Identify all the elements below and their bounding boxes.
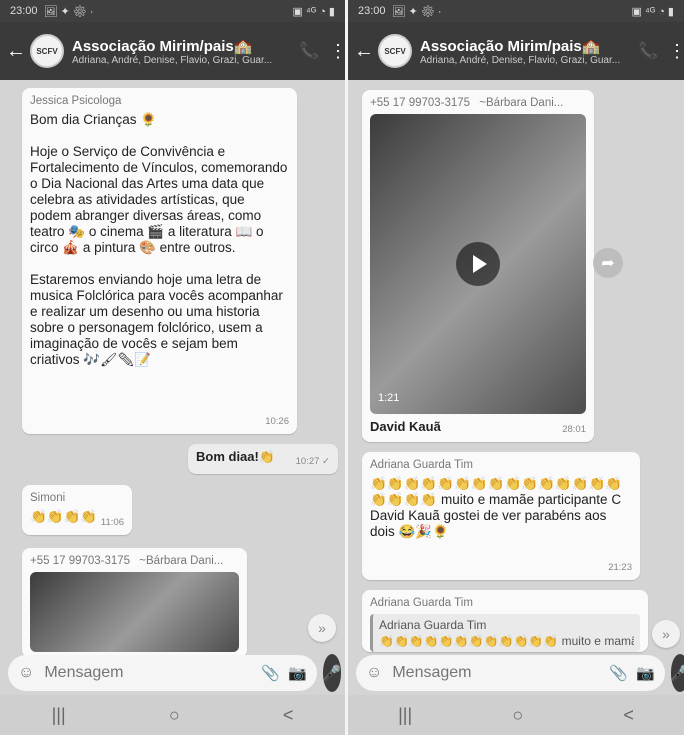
attach-icon[interactable]: 📎 — [609, 664, 628, 682]
message-time: 21:23 — [608, 562, 632, 573]
message-list[interactable]: +55 17 99703-3175 ~Bárbara Dani... 1:21 … — [348, 80, 684, 735]
scroll-to-bottom-icon[interactable]: » — [652, 620, 680, 648]
message-bubble[interactable]: Adriana Guarda Tim 👏👏👏👏👏👏👏👏👏👏👏👏👏👏👏👏👏👏👏 m… — [362, 452, 640, 580]
sender-number: +55 17 99703-3175 — [30, 555, 131, 567]
message-time: 11:06 — [100, 517, 124, 528]
status-left-icons: 🖼 ✦ ⚙ · — [391, 5, 442, 18]
screenshot-pair: 23:00 🖼 ✦ ⚙ · ▣ ⁴ᴳ ◔ ▮ ← SCFV Associação… — [0, 0, 684, 735]
quoted-message[interactable]: Adriana Guarda Tim 👏👏👏👏👏👏👏👏👏👏👏👏 muito e … — [370, 614, 640, 652]
camera-icon[interactable]: 📷 — [636, 664, 655, 682]
video-duration: 1:21 — [378, 392, 400, 404]
chat-header[interactable]: ← SCFV Associação Mirim/pais🏫 Adriana, A… — [348, 22, 684, 80]
overflow-menu-icon[interactable]: ⋮ — [668, 41, 684, 62]
message-text: 👏👏👏👏👏👏👏👏👏👏👏👏👏👏👏👏👏👏👏 muito e mamãe partic… — [370, 476, 625, 539]
message-text: Bom dia Crianças 🌻 Hoje o Serviço de Con… — [30, 112, 288, 367]
status-left-icons: 🖼 ✦ ⚙ · — [43, 5, 94, 18]
message-input[interactable] — [42, 663, 254, 683]
right-phone-screen: 23:00 🖼 ✦ ⚙ · ▣ ⁴ᴳ ◔ ▮ ← SCFV Associação… — [348, 0, 684, 735]
video-thumbnail[interactable]: 1:21 — [370, 114, 586, 414]
nav-back-icon[interactable]: < — [283, 705, 294, 726]
home-icon[interactable]: ○ — [512, 705, 523, 726]
message-sender: Adriana Guarda Tim — [370, 597, 473, 609]
quoted-text: 👏👏👏👏👏👏👏👏👏👏👏👏 muito e mamãe participante … — [379, 634, 634, 648]
forward-icon[interactable]: ➦ — [593, 248, 623, 278]
message-input-box[interactable]: ☺ 📎 📷 — [8, 655, 317, 691]
nav-back-icon[interactable]: < — [623, 705, 634, 726]
status-time: 23:00 — [358, 5, 386, 17]
chat-header[interactable]: ← SCFV Associação Mirim/pais🏫 Adriana, A… — [0, 22, 345, 80]
message-time: 10:26 — [265, 416, 289, 427]
composer: ☺ 📎 📷 🎤 — [356, 653, 684, 693]
message-sender: Simoni — [30, 492, 66, 504]
mic-button[interactable]: 🎤 — [670, 654, 684, 692]
group-members: Adriana, André, Denise, Flavio, Grazi, G… — [72, 54, 273, 66]
message-list[interactable]: Jessica Psicologa Bom dia Crianças 🌻 Hoj… — [0, 80, 345, 735]
quoted-sender: Adriana Guarda Tim — [379, 618, 487, 632]
reply-message-bubble[interactable]: Adriana Guarda Tim Adriana Guarda Tim 👏👏… — [362, 590, 648, 652]
sender-alias: ~Bárbara Dani... — [479, 97, 564, 109]
status-right-icons: ▣ ⁴ᴳ ◔ ▮ — [631, 5, 674, 18]
attach-icon[interactable]: 📎 — [261, 664, 280, 682]
message-sender: +55 17 99703-3175 ~Bárbara Dani... — [370, 95, 586, 111]
message-input[interactable] — [390, 663, 602, 683]
message-input-box[interactable]: ☺ 📎 📷 — [356, 655, 665, 691]
sender-alias: ~Bárbara Dani... — [139, 555, 224, 567]
left-phone-screen: 23:00 🖼 ✦ ⚙ · ▣ ⁴ᴳ ◔ ▮ ← SCFV Associação… — [0, 0, 345, 735]
recent-apps-icon[interactable]: ||| — [52, 705, 66, 726]
camera-icon[interactable]: 📷 — [288, 664, 307, 682]
group-info[interactable]: Associação Mirim/pais🏫 Adriana, André, D… — [420, 37, 628, 66]
video-message-bubble[interactable]: +55 17 99703-3175 ~Bárbara Dani... 1:21 … — [362, 90, 594, 442]
home-icon[interactable]: ○ — [169, 705, 180, 726]
emoji-icon[interactable]: ☺ — [18, 664, 34, 682]
group-info[interactable]: Associação Mirim/pais🏫 Adriana, André, D… — [72, 37, 289, 66]
overflow-menu-icon[interactable]: ⋮ — [329, 41, 345, 62]
recent-apps-icon[interactable]: ||| — [398, 705, 412, 726]
video-caption: David Kauã — [370, 419, 441, 434]
system-nav-bar: ||| ○ < — [0, 695, 345, 735]
group-avatar[interactable]: SCFV — [30, 34, 64, 68]
play-icon[interactable] — [456, 242, 500, 286]
status-right-icons: ▣ ⁴ᴳ ◔ ▮ — [292, 5, 335, 18]
message-sender: Jessica Psicologa — [30, 95, 122, 107]
group-title: Associação Mirim/pais🏫 — [72, 37, 253, 55]
message-time: 10:27 ✓ — [295, 456, 330, 467]
message-sender: +55 17 99703-3175 ~Bárbara Dani... — [30, 553, 239, 569]
composer: ☺ 📎 📷 🎤 — [8, 653, 342, 693]
status-bar: 23:00 🖼 ✦ ⚙ · ▣ ⁴ᴳ ◔ ▮ — [348, 0, 684, 22]
message-bubble-outgoing[interactable]: Bom diaa!👏 10:27 ✓ — [188, 444, 338, 474]
message-bubble[interactable]: Simoni 👏👏👏👏 11:06 — [22, 485, 132, 535]
status-bar: 23:00 🖼 ✦ ⚙ · ▣ ⁴ᴳ ◔ ▮ — [0, 0, 345, 22]
add-call-icon[interactable]: 📞 — [638, 41, 658, 61]
system-nav-bar: ||| ○ < — [348, 695, 684, 735]
group-members: Adriana, André, Denise, Flavio, Grazi, G… — [420, 54, 621, 66]
add-call-icon[interactable]: 📞 — [299, 41, 319, 61]
message-sender: Adriana Guarda Tim — [370, 459, 473, 471]
message-time: 28:01 — [562, 424, 586, 435]
emoji-icon[interactable]: ☺ — [366, 664, 382, 682]
message-bubble[interactable]: Jessica Psicologa Bom dia Crianças 🌻 Hoj… — [22, 88, 297, 434]
group-avatar[interactable]: SCFV — [378, 34, 412, 68]
scroll-to-bottom-icon[interactable]: » — [308, 614, 336, 642]
video-message-bubble[interactable]: +55 17 99703-3175 ~Bárbara Dani... — [22, 548, 247, 658]
status-time: 23:00 — [10, 5, 38, 17]
group-title: Associação Mirim/pais🏫 — [420, 37, 601, 55]
back-arrow-icon[interactable]: ← — [354, 40, 374, 63]
back-arrow-icon[interactable]: ← — [6, 40, 26, 63]
video-thumbnail[interactable] — [30, 572, 239, 652]
sender-number: +55 17 99703-3175 — [370, 97, 471, 109]
